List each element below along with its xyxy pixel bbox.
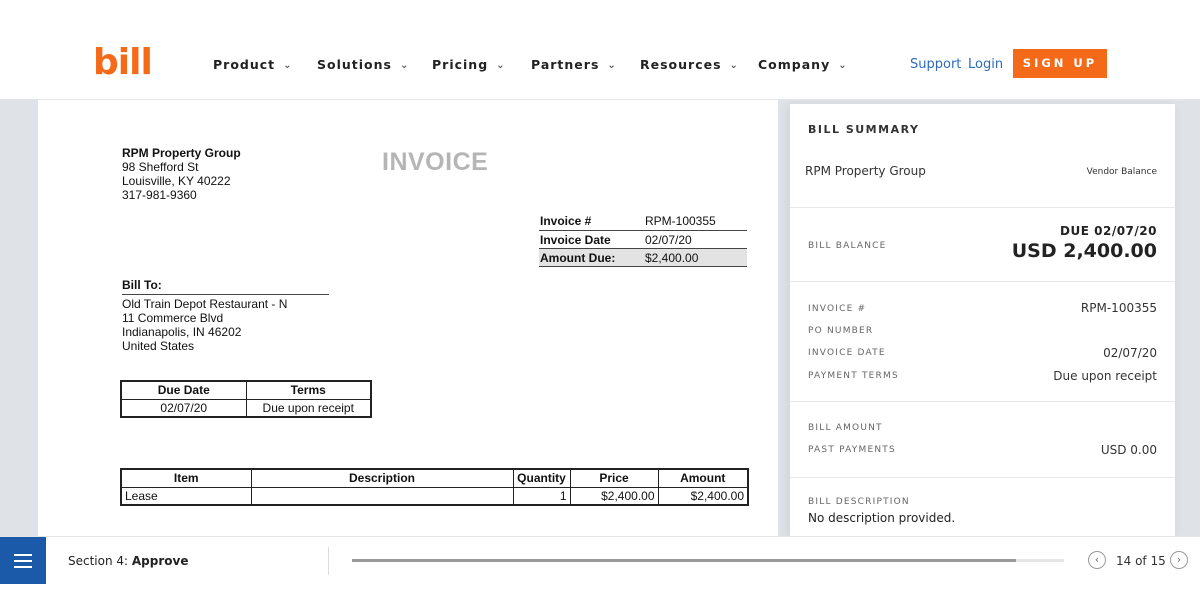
invoice-number-value: RPM-100355 (645, 214, 716, 228)
summary-vendor-name: RPM Property Group (805, 164, 926, 178)
content-area: RPM Property Group 98 Shefford St Louisv… (0, 100, 1200, 536)
table-row: Lease 1 $2,400.00 $2,400.00 (120, 486, 749, 506)
invoice-number-label: Invoice # (540, 214, 592, 228)
nav-label: Resources (640, 57, 722, 72)
support-link[interactable]: Support (910, 57, 961, 72)
bill-summary-panel: BILL SUMMARY RPM Property Group Vendor B… (790, 104, 1175, 536)
chevron-down-icon: ⌄ (283, 60, 293, 71)
page-bottom (0, 584, 1200, 600)
bill-logo[interactable]: bill (93, 45, 153, 81)
vendor-name: RPM Property Group (122, 146, 241, 160)
menu-bar (14, 560, 32, 562)
nav-label: Partners (531, 57, 600, 72)
past-payments-label: PAST PAYMENTS (808, 445, 896, 455)
chevron-down-icon: ⌄ (838, 60, 848, 71)
page-count: 14 of 15 (1116, 554, 1166, 568)
bill-to-address-line1: 11 Commerce Blvd (122, 311, 224, 325)
nav-label: Pricing (432, 57, 489, 72)
nav-solutions[interactable]: Solutions ⌄ (317, 57, 409, 72)
amount-due-value: $2,400.00 (645, 251, 699, 265)
invoice-title: INVOICE (382, 148, 489, 176)
bill-balance-label: BILL BALANCE (808, 241, 887, 251)
nav-company[interactable]: Company ⌄ (758, 57, 848, 72)
divider (328, 547, 329, 575)
nav-label: Solutions (317, 57, 392, 72)
item-cell: Lease (120, 486, 252, 506)
invoice-number-value: RPM-100355 (1080, 301, 1157, 315)
site-header: bill Product ⌄ Solutions ⌄ Pricing ⌄ Partne… (0, 0, 1200, 100)
progress-bar (352, 559, 1064, 562)
chevron-down-icon: ⌄ (496, 60, 506, 71)
amount-cell: $2,400.00 (657, 486, 749, 506)
divider (790, 281, 1175, 282)
bill-to-country: United States (122, 339, 195, 353)
payment-terms-value: Due upon receipt (1053, 369, 1157, 383)
bill-to-label: Bill To: (122, 278, 162, 292)
invoice-date-label: INVOICE DATE (808, 348, 886, 358)
hamburger-menu-icon[interactable] (0, 537, 46, 585)
progress-fill (352, 559, 1017, 562)
column-header: Item (120, 468, 252, 488)
nav-product[interactable]: Product ⌄ (213, 57, 293, 72)
vendor-address-line1: 98 Shefford St (122, 160, 199, 174)
column-header: Quantity (512, 468, 571, 488)
nav-label: Company (758, 57, 831, 72)
chevron-down-icon: ⌄ (399, 60, 410, 71)
section-prefix: Section 4: (68, 554, 132, 568)
vendor-address-line2: Louisville, KY 40222 (122, 174, 231, 188)
invoice-date-label: Invoice Date (540, 233, 611, 247)
section-name: Approve (131, 554, 189, 568)
login-link[interactable]: Login (968, 57, 1003, 72)
nav-partners[interactable]: Partners ⌄ (531, 57, 617, 72)
column-header: Amount (657, 468, 749, 488)
bill-amount-label: BILL AMOUNT (808, 423, 883, 433)
terms-cell: Due upon receipt (245, 398, 372, 418)
description-cell (250, 486, 514, 506)
quantity-cell: 1 (512, 486, 571, 506)
lesson-footer: Section 4: Approve ‹ 14 of 15 › (0, 536, 1200, 585)
nav-pricing[interactable]: Pricing ⌄ (432, 57, 506, 72)
terms-table: Due Date Terms 02/07/20 Due upon receipt (120, 380, 372, 418)
menu-bar (14, 554, 32, 556)
divider (122, 294, 329, 295)
column-header: Price (569, 468, 659, 488)
vendor-phone: 317-981-9360 (122, 188, 197, 202)
bill-description-label: BILL DESCRIPTION (808, 497, 910, 507)
past-payments-value: USD 0.00 (1100, 443, 1157, 457)
invoice-document: RPM Property Group 98 Shefford St Louisv… (38, 100, 778, 536)
invoice-date-value: 02/07/20 (1103, 346, 1157, 360)
sign-up-button[interactable]: SIGN UP (1013, 49, 1107, 78)
chevron-down-icon: ⌄ (607, 60, 617, 71)
amount-due-label: Amount Due: (540, 251, 616, 265)
divider (790, 477, 1175, 478)
column-header: Description (250, 468, 514, 488)
column-header: Due Date (120, 380, 247, 400)
items-table: Item Description Quantity Price Amount L… (120, 468, 749, 506)
menu-bar (14, 566, 32, 568)
chevron-right-icon[interactable]: › (1170, 551, 1188, 569)
section-indicator: Section 4: Approve (68, 554, 188, 568)
invoice-number-label: INVOICE # (808, 304, 867, 314)
nav-label: Product (213, 57, 276, 72)
divider (790, 207, 1175, 208)
payment-terms-label: PAYMENT TERMS (808, 371, 899, 381)
divider (790, 401, 1175, 402)
bill-to-name: Old Train Depot Restaurant - N (122, 297, 288, 311)
bill-description-text: No description provided. (808, 511, 956, 525)
vendor-balance-label[interactable]: Vendor Balance (1087, 167, 1157, 177)
chevron-down-icon: ⌄ (729, 60, 739, 71)
due-date-label: DUE 02/07/20 (1060, 224, 1157, 238)
nav-resources[interactable]: Resources ⌄ (640, 57, 739, 72)
due-date-cell: 02/07/20 (120, 398, 247, 418)
chevron-left-icon[interactable]: ‹ (1088, 551, 1106, 569)
price-cell: $2,400.00 (569, 486, 659, 506)
bill-balance-amount: USD 2,400.00 (1011, 240, 1157, 262)
column-header: Terms (245, 380, 372, 400)
invoice-date-value: 02/07/20 (645, 233, 692, 247)
divider (539, 230, 747, 231)
po-number-label: PO NUMBER (808, 326, 874, 336)
bill-summary-title: BILL SUMMARY (808, 123, 920, 136)
bill-to-address-line2: Indianapolis, IN 46202 (122, 325, 242, 339)
